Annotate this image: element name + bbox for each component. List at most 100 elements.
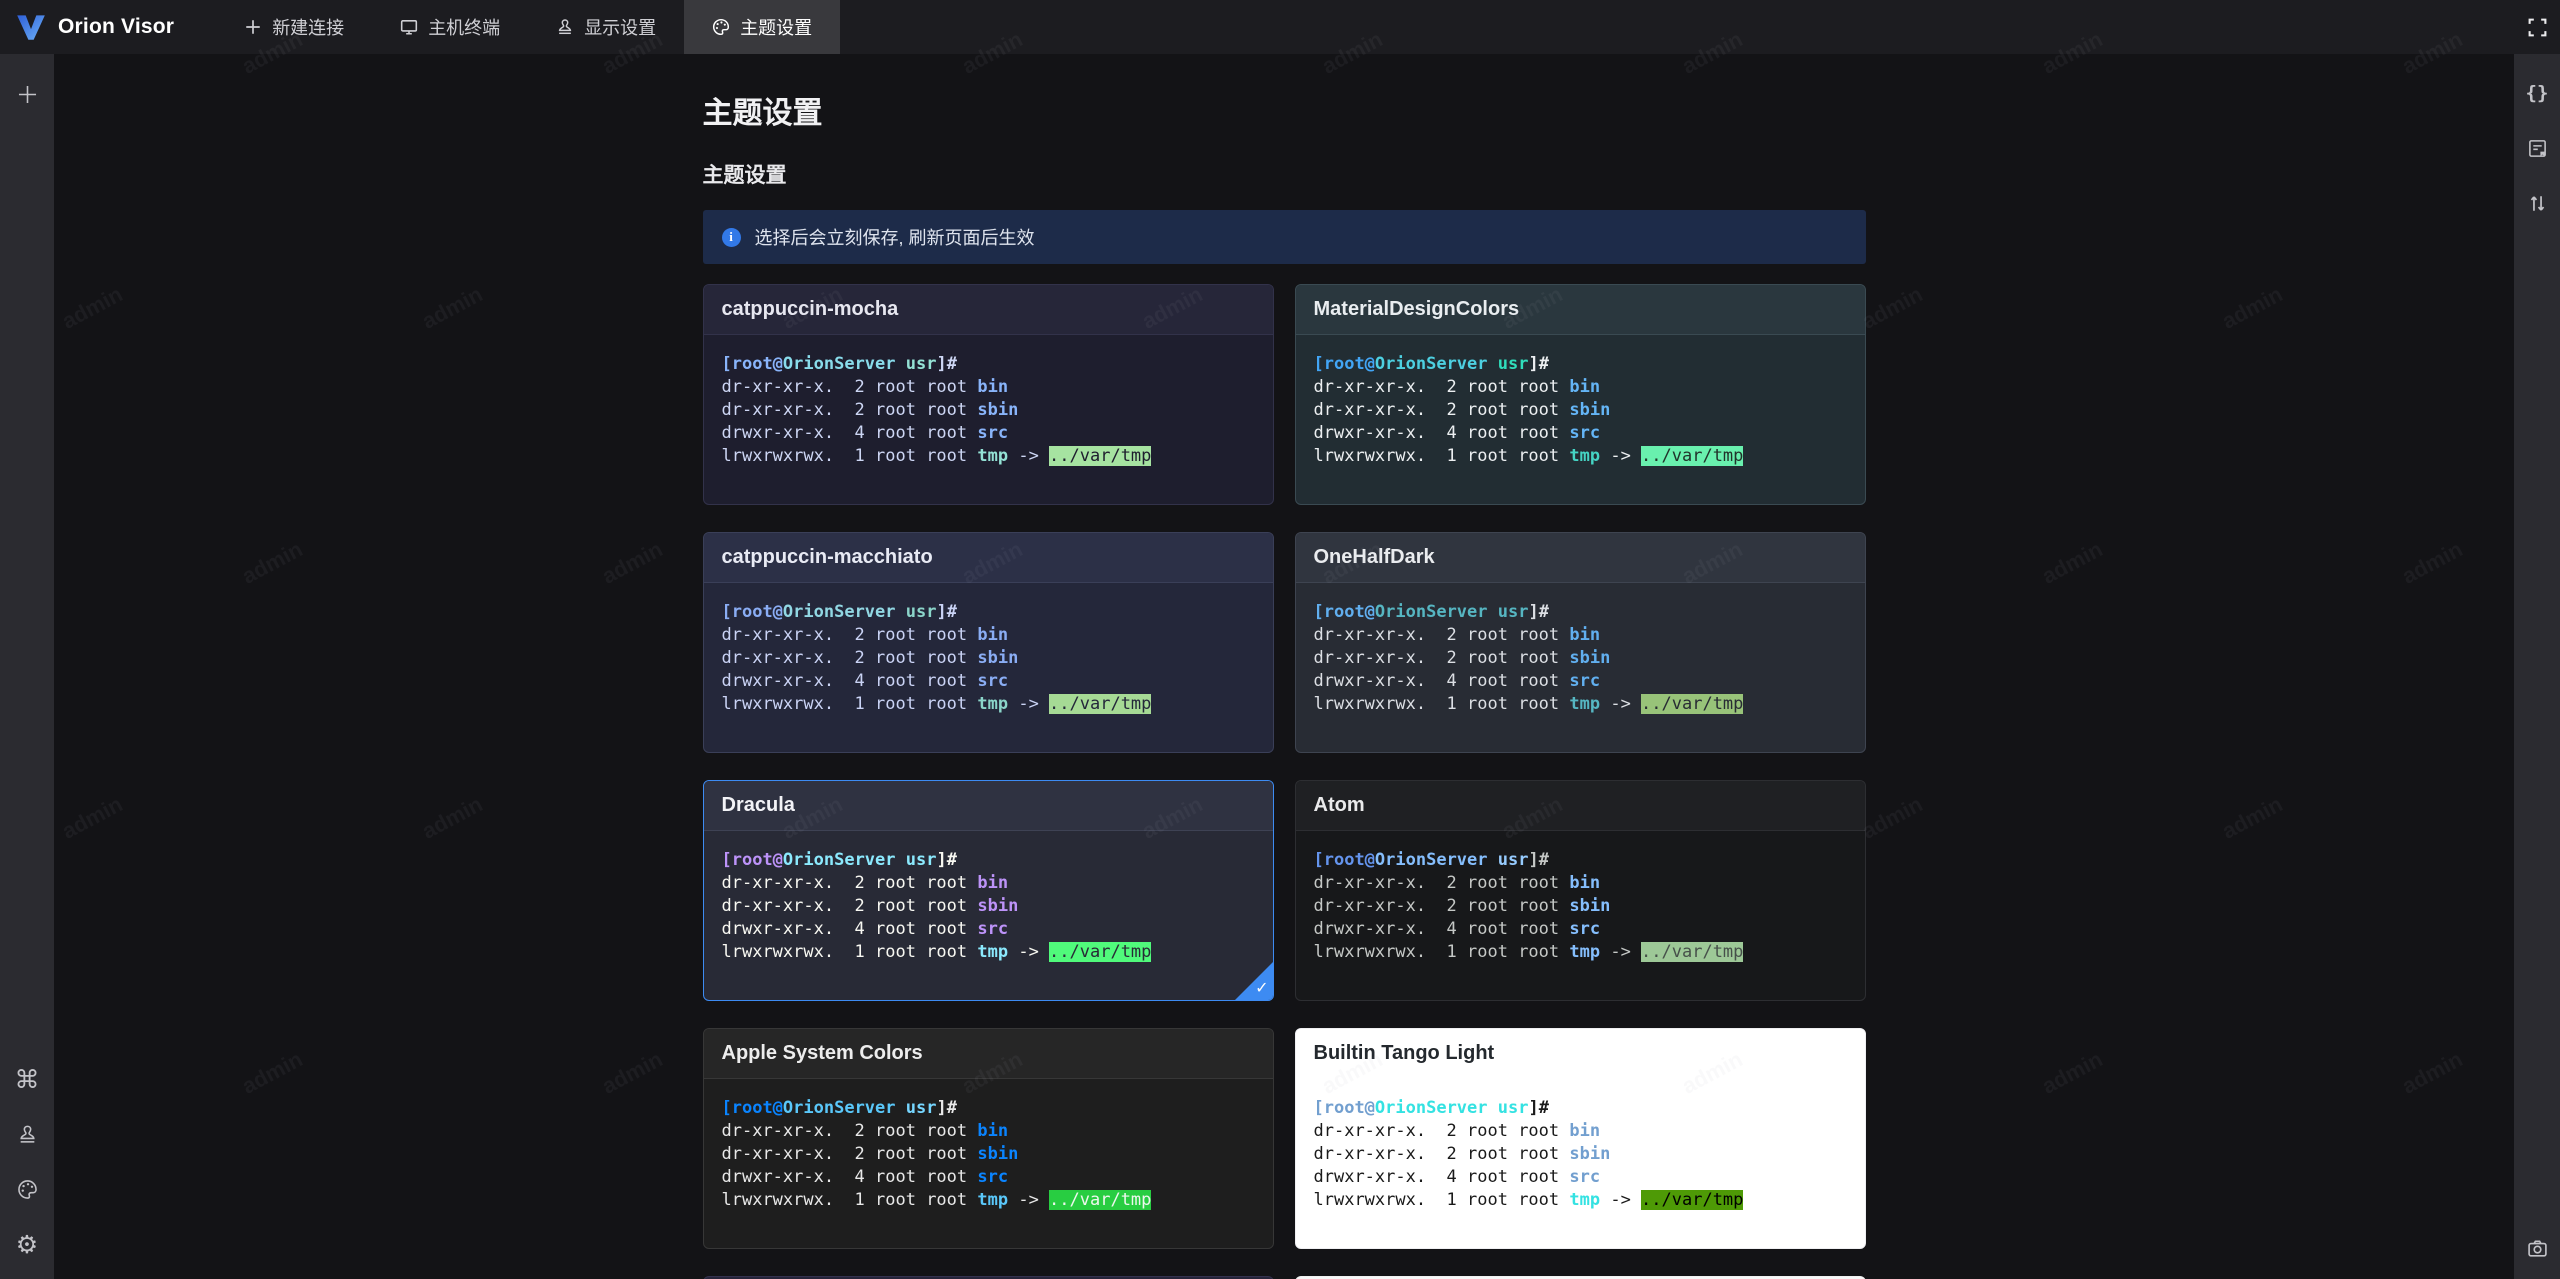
gear-icon: ⚙ bbox=[15, 1229, 39, 1259]
right-sidebar: {} bbox=[2514, 54, 2560, 1279]
theme-card-catppuccin-mocha[interactable]: catppuccin-mocha [root@OrionServer usr]# d… bbox=[702, 284, 1274, 505]
terminal-line: lrwxrwxrwx. 1 root root tmp -> ../var/tm… bbox=[721, 1190, 1152, 1210]
terminal-line: drwxr-xr-x. 4 root root src bbox=[1313, 671, 1601, 691]
braces-icon: {} bbox=[2525, 82, 2549, 104]
terminal-line: drwxr-xr-x. 4 root root src bbox=[1313, 919, 1601, 939]
terminal-line: drwxr-xr-x. 4 root root src bbox=[1313, 423, 1601, 443]
terminal-preview: [root@OrionServer usr]# dr-xr-xr-x. 2 roo… bbox=[704, 583, 1273, 734]
info-banner: i 选择后会立刻保存, 刷新页面后生效 bbox=[702, 210, 1866, 264]
theme-settings-button[interactable] bbox=[12, 1174, 42, 1204]
doc-bookmark-icon bbox=[2528, 139, 2546, 157]
orion-visor-logo-icon bbox=[17, 15, 45, 40]
app-logo: Orion Visor bbox=[0, 10, 190, 44]
monitor-icon bbox=[401, 20, 418, 35]
terminal-line: lrwxrwxrwx. 1 root root tmp -> ../var/tm… bbox=[721, 694, 1152, 714]
theme-card-onehalfdark[interactable]: OneHalfDark [root@OrionServer usr]# dr-xr-… bbox=[1294, 532, 1866, 753]
tab-theme-settings[interactable]: 主题设置 bbox=[684, 0, 841, 54]
terminal-line: drwxr-xr-x. 4 root root src bbox=[721, 423, 1009, 443]
terminal-line: dr-xr-xr-x. 2 root root sbin bbox=[1313, 896, 1611, 916]
fullscreen-button[interactable] bbox=[2527, 0, 2548, 54]
info-banner-text: 选择后会立刻保存, 刷新页面后生效 bbox=[754, 228, 1035, 248]
palette-icon bbox=[713, 18, 730, 36]
json-view-button[interactable]: {} bbox=[2522, 78, 2552, 108]
plus-icon bbox=[246, 20, 260, 34]
command-icon: ⌘ bbox=[14, 1064, 40, 1094]
terminal-line: drwxr-xr-x. 4 root root src bbox=[721, 919, 1009, 939]
terminal-preview: [root@OrionServer usr]# dr-xr-xr-x. 2 roo… bbox=[704, 335, 1273, 486]
terminal-line: dr-xr-xr-x. 2 root root bin bbox=[721, 873, 1009, 893]
terminal-line: dr-xr-xr-x. 2 root root sbin bbox=[721, 400, 1019, 420]
theme-card-title: Atom bbox=[1295, 781, 1865, 831]
tab-display-settings[interactable]: 显示设置 bbox=[528, 0, 684, 54]
terminal-line: lrwxrwxrwx. 1 root root tmp -> ../var/tm… bbox=[721, 446, 1152, 466]
tab-host-terminal[interactable]: 主机终端 bbox=[372, 0, 528, 54]
theme-card-materialdesigncolors[interactable]: MaterialDesignColors [root@OrionServer us… bbox=[1294, 284, 1866, 505]
stamp-icon bbox=[19, 1125, 35, 1143]
terminal-line: dr-xr-xr-x. 2 root root sbin bbox=[1313, 648, 1611, 668]
check-icon: ✓ bbox=[1255, 980, 1269, 997]
tab-label: 主机终端 bbox=[428, 18, 501, 38]
topbar: Orion Visor 新建连接 主机终端 显示设置 主题设置 bbox=[0, 0, 2560, 54]
terminal-line: dr-xr-xr-x. 2 root root bin bbox=[1313, 1121, 1601, 1141]
terminal-line: dr-xr-xr-x. 2 root root bin bbox=[1313, 873, 1601, 893]
terminal-line: dr-xr-xr-x. 2 root root bin bbox=[721, 1121, 1009, 1141]
sort-button[interactable] bbox=[2522, 188, 2552, 218]
command-shortcut-button[interactable]: ⌘ bbox=[12, 1064, 42, 1094]
app-title: Orion Visor bbox=[58, 15, 175, 38]
terminal-line: dr-xr-xr-x. 2 root root sbin bbox=[721, 648, 1019, 668]
terminal-line: [root@OrionServer usr]# bbox=[1313, 602, 1549, 622]
display-settings-button[interactable] bbox=[12, 1119, 42, 1149]
theme-card-title: Builtin Tango Light bbox=[1295, 1029, 1865, 1079]
settings-button[interactable]: ⚙ bbox=[12, 1229, 42, 1259]
terminal-line: dr-xr-xr-x. 2 root root bin bbox=[721, 377, 1009, 397]
theme-card-dracula[interactable]: Dracula [root@OrionServer usr]# dr-xr-xr-x… bbox=[702, 780, 1274, 1001]
theme-card-atom[interactable]: Atom [root@OrionServer usr]# dr-xr-xr-x. 2… bbox=[1294, 780, 1866, 1001]
tab-new-connection[interactable]: 新建连接 bbox=[216, 0, 372, 54]
terminal-line: dr-xr-xr-x. 2 root root sbin bbox=[721, 1144, 1019, 1164]
page-title: 主题设置 bbox=[702, 97, 823, 130]
camera-icon bbox=[2527, 1239, 2547, 1257]
terminal-line: drwxr-xr-x. 4 root root src bbox=[1313, 1167, 1601, 1187]
terminal-line: drwxr-xr-x. 4 root root src bbox=[721, 671, 1009, 691]
terminal-line: [root@OrionServer usr]# bbox=[721, 1098, 957, 1118]
section-title: 主题设置 bbox=[702, 164, 787, 187]
theme-card-title: OneHalfDark bbox=[1295, 533, 1865, 583]
terminal-preview: [root@OrionServer usr]# dr-xr-xr-x. 2 roo… bbox=[704, 831, 1273, 982]
theme-card-title: MaterialDesignColors bbox=[1295, 285, 1865, 335]
theme-card-apple-system-colors[interactable]: Apple System Colors [root@OrionServer usr… bbox=[702, 1028, 1274, 1249]
terminal-line: dr-xr-xr-x. 2 root root sbin bbox=[721, 896, 1019, 916]
terminal-line: lrwxrwxrwx. 1 root root tmp -> ../var/tm… bbox=[721, 942, 1152, 962]
topbar-tabs: 新建连接 主机终端 显示设置 主题设置 bbox=[216, 0, 841, 54]
terminal-preview: [root@OrionServer usr]# dr-xr-xr-x. 2 roo… bbox=[1296, 831, 1865, 982]
screenshot-button[interactable] bbox=[2522, 1233, 2552, 1263]
terminal-line: [root@OrionServer usr]# bbox=[1313, 1098, 1549, 1118]
add-button[interactable] bbox=[12, 79, 42, 109]
tab-label: 主题设置 bbox=[740, 18, 813, 38]
theme-card-title: Dracula bbox=[703, 781, 1273, 831]
terminal-line: dr-xr-xr-x. 2 root root bin bbox=[1313, 625, 1601, 645]
plus-icon bbox=[18, 85, 36, 103]
terminal-preview: [root@OrionServer usr]# dr-xr-xr-x. 2 roo… bbox=[1296, 583, 1865, 734]
terminal-line: lrwxrwxrwx. 1 root root tmp -> ../var/tm… bbox=[1313, 446, 1744, 466]
theme-card-title: Apple System Colors bbox=[703, 1029, 1273, 1079]
terminal-line: [root@OrionServer usr]# bbox=[721, 602, 957, 622]
stamp-icon bbox=[559, 19, 572, 35]
theme-card-title: catppuccin-mocha bbox=[703, 285, 1273, 335]
left-sidebar: ⌘ ⚙ bbox=[0, 54, 54, 1279]
theme-grid: catppuccin-mocha [root@OrionServer usr]# d… bbox=[702, 284, 1866, 1279]
theme-card-title: catppuccin-macchiato bbox=[703, 533, 1273, 583]
tab-label: 显示设置 bbox=[584, 18, 657, 38]
theme-card-builtin-tango-light[interactable]: Builtin Tango Light [root@OrionServer usr… bbox=[1294, 1028, 1866, 1249]
terminal-line: lrwxrwxrwx. 1 root root tmp -> ../var/tm… bbox=[1313, 1190, 1744, 1210]
terminal-line: dr-xr-xr-x. 2 root root bin bbox=[721, 625, 1009, 645]
terminal-preview: [root@OrionServer usr]# dr-xr-xr-x. 2 roo… bbox=[1296, 1079, 1865, 1230]
terminal-line: dr-xr-xr-x. 2 root root sbin bbox=[1313, 1144, 1611, 1164]
terminal-line: [root@OrionServer usr]# bbox=[1313, 354, 1549, 374]
terminal-preview: [root@OrionServer usr]# dr-xr-xr-x. 2 roo… bbox=[1296, 335, 1865, 486]
terminal-line: lrwxrwxrwx. 1 root root tmp -> ../var/tm… bbox=[1313, 942, 1744, 962]
theme-card-catppuccin-macchiato[interactable]: catppuccin-macchiato [root@OrionServer us… bbox=[702, 532, 1274, 753]
terminal-line: [root@OrionServer usr]# bbox=[721, 850, 957, 870]
terminal-line: [root@OrionServer usr]# bbox=[1313, 850, 1549, 870]
snippets-button[interactable] bbox=[2522, 133, 2552, 163]
info-icon: i bbox=[721, 227, 741, 247]
